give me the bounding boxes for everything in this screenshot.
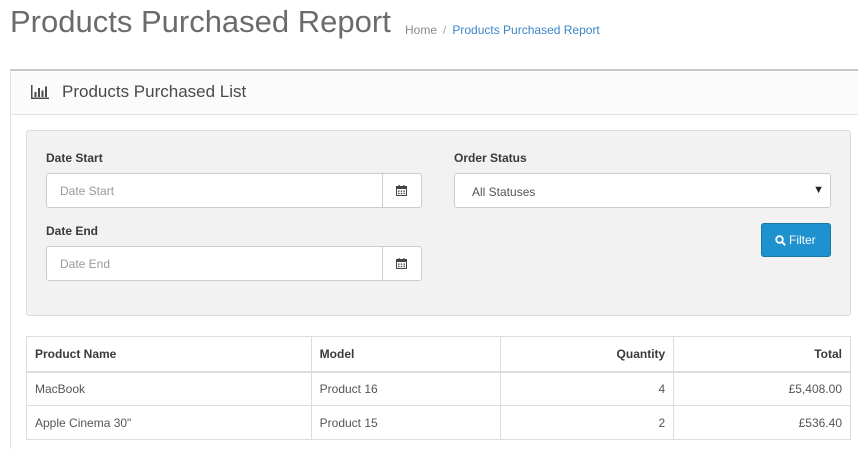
page-header: Products Purchased Report Home / Products …	[10, 0, 850, 48]
column-header-product-name[interactable]: Product Name	[26, 336, 312, 372]
quantity-cell: 4	[500, 371, 675, 406]
breadcrumb-home-link[interactable]: Home	[405, 23, 437, 37]
date-start-label: Date Start	[46, 151, 103, 165]
date-start-input[interactable]: Date Start	[60, 184, 114, 198]
breadcrumb-separator: /	[443, 23, 447, 37]
table-row: Apple Cinema 30" Product 15 2 £536.40	[26, 405, 851, 440]
products-table: Product Name Model Quantity Total MacBoo…	[26, 336, 851, 440]
filter-button-label: Filter	[789, 233, 816, 247]
date-start-calendar-button[interactable]	[382, 174, 421, 207]
table-header-row: Product Name Model Quantity Total	[26, 336, 851, 372]
filter-button[interactable]: Filter	[761, 223, 831, 257]
date-end-calendar-button[interactable]	[382, 247, 421, 280]
date-end-input[interactable]: Date End	[60, 257, 110, 271]
breadcrumb-current-link[interactable]: Products Purchased Report	[452, 23, 599, 37]
table-row: MacBook Product 16 4 £5,408.00	[26, 371, 851, 406]
order-status-select[interactable]: All Statuses ▼	[454, 173, 831, 208]
search-icon	[775, 235, 786, 246]
bar-chart-icon	[31, 85, 49, 99]
model-cell: Product 16	[310, 371, 502, 406]
filter-form: Date Start Date Start Date End Date End …	[26, 130, 851, 316]
date-end-input-group: Date End	[46, 246, 422, 281]
product-name-cell: MacBook	[26, 371, 312, 406]
product-name-cell: Apple Cinema 30"	[26, 405, 312, 440]
caret-down-icon: ▼	[813, 184, 824, 196]
model-cell: Product 15	[310, 405, 502, 440]
calendar-icon	[396, 185, 407, 196]
date-end-label: Date End	[46, 224, 99, 238]
column-header-total[interactable]: Total	[673, 336, 851, 372]
page-title: Products Purchased Report	[10, 4, 391, 39]
column-header-quantity[interactable]: Quantity	[500, 336, 675, 372]
breadcrumb: Home / Products Purchased Report	[405, 23, 600, 37]
quantity-cell: 2	[500, 405, 675, 440]
column-header-model[interactable]: Model	[310, 336, 502, 372]
filter-button-content: Filter	[775, 233, 816, 247]
date-start-input-group: Date Start	[46, 173, 422, 208]
total-cell: £536.40	[673, 405, 851, 440]
panel-title: Products Purchased List	[62, 82, 247, 101]
order-status-label: Order Status	[454, 151, 527, 165]
order-status-selected-value: All Statuses	[472, 185, 536, 199]
calendar-icon	[396, 258, 407, 269]
total-cell: £5,408.00	[673, 371, 851, 406]
panel-heading: Products Purchased List	[11, 71, 858, 115]
